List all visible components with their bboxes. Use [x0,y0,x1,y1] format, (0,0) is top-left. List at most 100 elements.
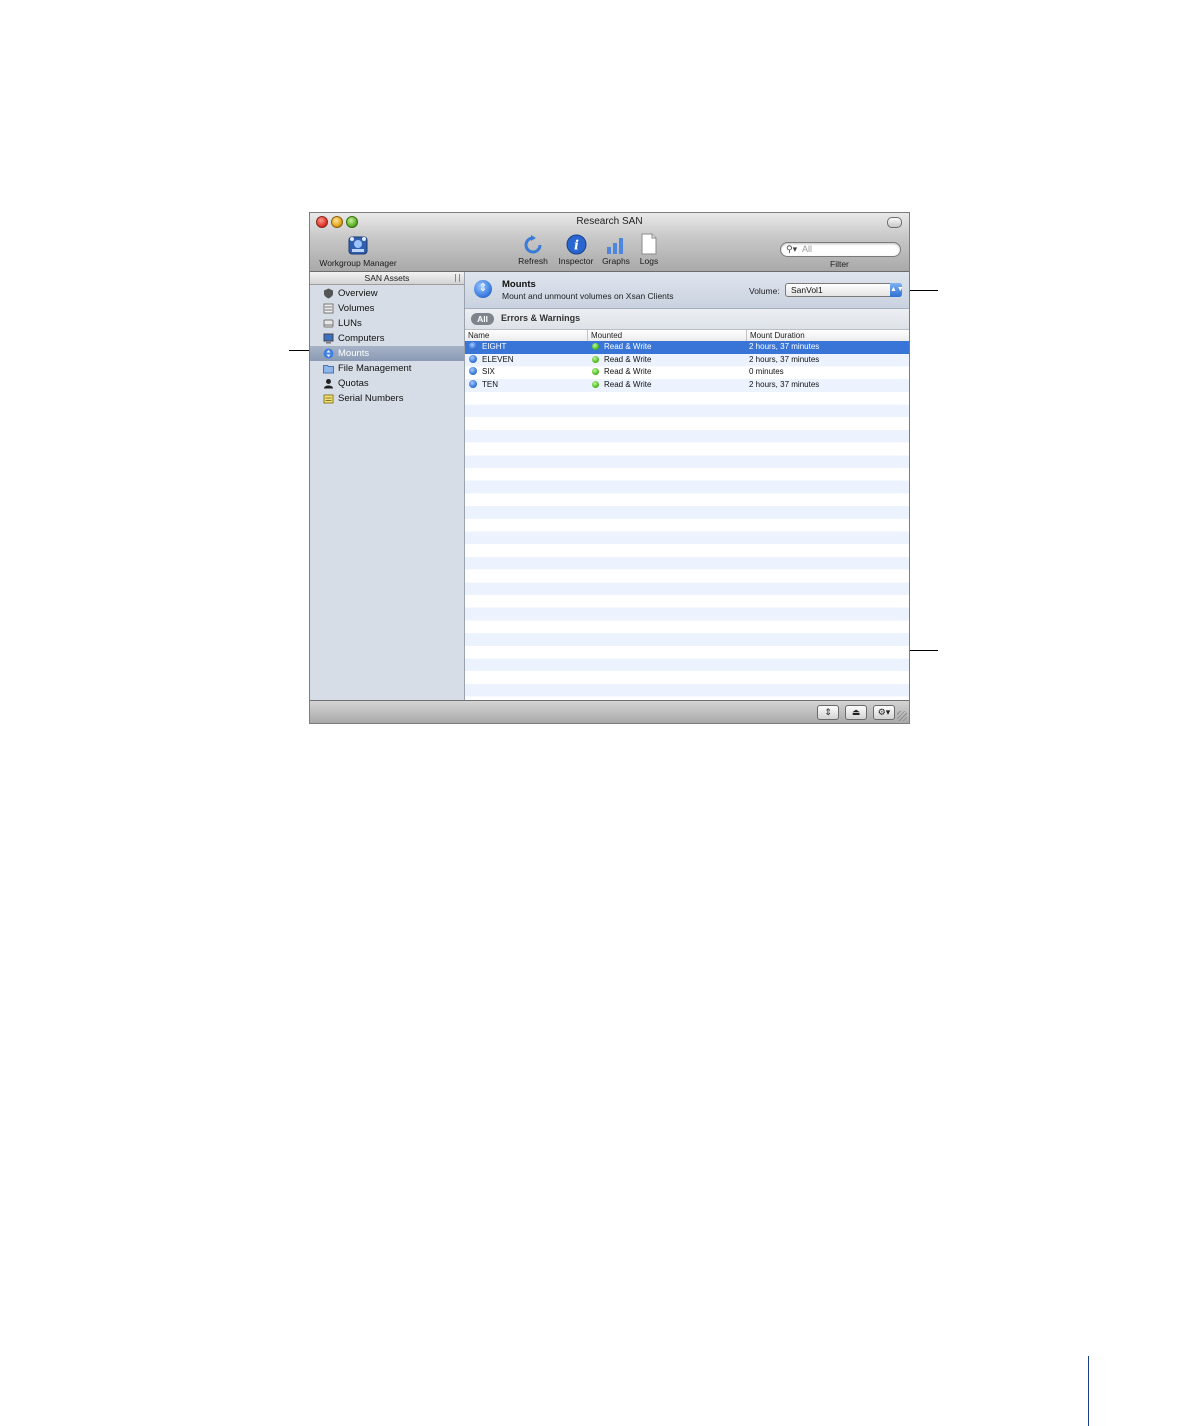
row-duration-cell: 2 hours, 37 minutes [749,380,820,390]
mount-button[interactable]: ⇕ [817,705,839,720]
sidebar-item-quotas[interactable]: Quotas [310,376,464,391]
graphs-label: Graphs [602,256,630,266]
svg-text:i: i [574,239,579,254]
computers-icon [323,333,334,344]
mounts-icon [474,280,492,298]
sidebar-item-label: Quotas [338,378,369,389]
table-row[interactable]: EIGHT Read & Write 2 hours, 37 minutes [465,341,909,354]
serial-numbers-icon [323,394,334,404]
luns-icon [323,319,334,328]
mounted-status-icon [592,343,599,350]
row-mounted-cell: Read & Write [592,366,651,379]
mount-unmount-icon: ⇕ [824,707,832,717]
sidebar-list: Overview Volumes LUNs Computers Mounts F… [310,285,464,406]
sidebar-item-label: Volumes [338,303,375,314]
file-management-icon [323,365,334,374]
volume-status-icon [469,367,477,376]
row-name-cell: SIX [469,366,495,379]
overview-icon [324,288,333,299]
panel-title: Mounts [502,279,536,290]
sidebar-item-file-management[interactable]: File Management [310,361,464,376]
logs-icon [641,233,657,255]
sidebar-item-label: LUNs [338,318,362,329]
row-name-cell: EIGHT [469,341,506,354]
column-header-name[interactable]: Name [465,330,588,341]
sidebar-item-label: Computers [338,333,385,344]
mounted-status-icon [592,355,599,363]
column-header-mount-duration[interactable]: Mount Duration [747,330,909,341]
filter-all-button[interactable]: All [471,313,494,325]
sidebar-resize-grip[interactable] [455,274,460,282]
mounted-status-icon [592,368,599,376]
graphs-icon [607,238,623,254]
logs-label: Logs [639,256,659,266]
app-window: Research SAN Workgroup Manager Refresh i [309,212,910,724]
table-row[interactable]: TEN Read & Write 2 hours, 37 minutes [465,379,909,392]
panel-description: Mount and unmount volumes on Xsan Client… [502,291,674,301]
window-resize-grip[interactable] [897,711,907,721]
sidebar-item-label: Serial Numbers [338,393,404,404]
sidebar: SAN Assets Overview Volumes LUNs Compute… [310,272,465,700]
title-toolbar: Research SAN Workgroup Manager Refresh i [310,213,909,272]
bottom-bar: ⇕ ⏏ ⚙▾ [310,700,909,723]
volume-select[interactable]: SanVol1 ▲▼ [785,283,904,297]
filter-placeholder: All [802,244,813,254]
eject-button[interactable]: ⏏ [845,705,867,720]
volume-status-icon [469,380,477,389]
panel-header: Mounts Mount and unmount volumes on Xsan… [465,272,909,309]
table-row[interactable]: SIX Read & Write 0 minutes [465,366,909,379]
sidebar-item-serial-numbers[interactable]: Serial Numbers [310,391,464,406]
row-mounted-cell: Read & Write [592,341,651,354]
logs-button[interactable]: Logs [636,233,662,266]
sidebar-item-label: Overview [338,288,378,299]
workgroup-manager-icon [348,236,368,255]
action-menu-button[interactable]: ⚙▾ [873,705,895,720]
refresh-label: Refresh [518,256,548,266]
inspector-button[interactable]: i Inspector [554,234,598,266]
inspector-label: Inspector [558,256,594,266]
volume-status-icon [469,342,477,350]
filter-bar: All Errors & Warnings [465,309,909,330]
filter-search-input[interactable]: ⚲▾ All [780,242,901,257]
row-mounted-cell: Read & Write [592,354,651,367]
column-header-mounted[interactable]: Mounted [588,330,747,341]
refresh-button[interactable]: Refresh [515,235,551,266]
sidebar-item-label: File Management [338,363,412,374]
volume-select-value: SanVol1 [791,285,823,295]
sidebar-header: SAN Assets [310,272,464,285]
row-name-cell: TEN [469,379,498,392]
sidebar-item-overview[interactable]: Overview [310,286,464,301]
row-duration-cell: 0 minutes [749,367,784,377]
sidebar-item-volumes[interactable]: Volumes [310,301,464,316]
row-duration-cell: 2 hours, 37 minutes [749,354,820,364]
info-icon: i [566,234,586,255]
refresh-icon [524,235,542,254]
workgroup-manager-label: Workgroup Manager [319,258,397,268]
gear-icon: ⚙▾ [877,707,891,717]
mounted-status-icon [592,381,599,389]
sidebar-item-luns[interactable]: LUNs [310,316,464,331]
graphs-button[interactable]: Graphs [599,235,633,266]
window-title: Research SAN [576,216,643,227]
row-mounted-cell: Read & Write [592,379,651,392]
sidebar-item-label: Mounts [338,348,370,359]
toolbar-toggle-button[interactable] [887,217,902,228]
row-name-cell: ELEVEN [469,354,514,367]
filter-label: Filter [830,259,849,269]
search-icon: ⚲▾ [786,244,798,254]
row-duration-cell: 2 hours, 37 minutes [749,342,820,351]
sidebar-item-mounts[interactable]: Mounts [310,346,464,361]
main-panel: Mounts Mount and unmount volumes on Xsan… [465,272,909,700]
mounts-icon [323,348,334,359]
filter-errors-warnings-button[interactable]: Errors & Warnings [501,313,580,323]
table-body[interactable]: EIGHT Read & Write 2 hours, 37 minutes E… [465,341,909,700]
select-arrows-icon: ▲▼ [890,283,904,297]
sidebar-header-label: SAN Assets [364,273,410,283]
eject-icon: ⏏ [851,707,861,717]
volumes-icon [323,303,334,314]
sidebar-item-computers[interactable]: Computers [310,331,464,346]
page-margin-rule [1088,1356,1089,1426]
table-row[interactable]: ELEVEN Read & Write 2 hours, 37 minutes [465,354,909,367]
workgroup-manager-button[interactable]: Workgroup Manager [316,233,400,268]
quotas-icon [324,379,333,389]
